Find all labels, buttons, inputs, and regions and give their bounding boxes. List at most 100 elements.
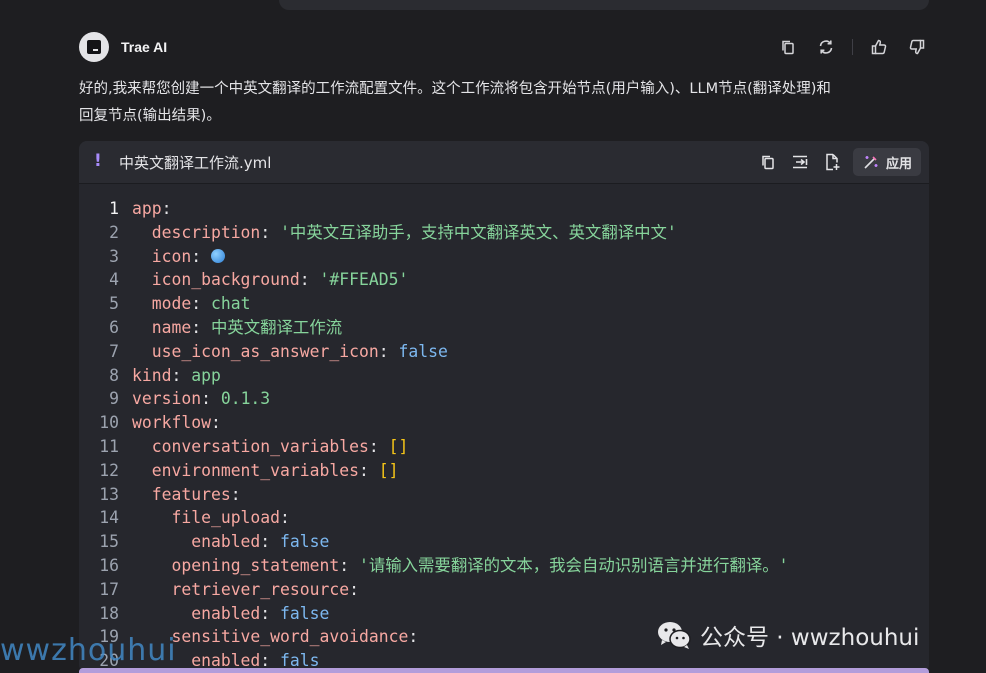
yaml-value: []	[388, 436, 409, 456]
code-line: 1 app:	[79, 197, 929, 221]
insert-code-button[interactable]	[787, 149, 813, 175]
dislike-button[interactable]	[905, 35, 929, 59]
line-code: workflow:	[132, 411, 221, 435]
copy-message-button[interactable]	[776, 35, 800, 59]
yaml-key: features	[151, 484, 231, 504]
line-code: conversation_variables: []	[132, 435, 409, 459]
assistant-intro-text: 好的,我来帮您创建一个中英文翻译的工作流配置文件。这个工作流将包含开始节点(用户…	[79, 76, 929, 130]
yaml-key: use_icon_as_answer_icon	[151, 341, 379, 361]
code-line: 6 name: 中英文翻译工作流	[79, 316, 929, 340]
line-code: opening_statement: '请输入需要翻译的文本，我会自动识别语言并…	[132, 554, 789, 578]
yaml-key: description	[151, 222, 261, 242]
yaml-key: sensitive_word_avoidance	[171, 627, 409, 647]
line-code: kind: app	[132, 364, 221, 388]
line-number: 6	[109, 317, 119, 337]
yaml-colon: :	[339, 555, 359, 575]
yaml-colon: :	[408, 627, 419, 647]
code-line: 17 retriever_resource:	[79, 578, 929, 602]
yaml-value: []	[378, 460, 399, 480]
line-code: icon:	[132, 245, 225, 269]
code-line: 16 opening_statement: '请输入需要翻译的文本，我会自动识别…	[79, 554, 929, 578]
line-number: 2	[109, 222, 119, 242]
yaml-colon: :	[378, 341, 399, 361]
like-button[interactable]	[867, 35, 891, 59]
code-line: 7 use_icon_as_answer_icon: false	[79, 340, 929, 364]
yaml-colon: :	[358, 460, 379, 480]
intro-line-2: 回复节点(输出结果)。	[79, 108, 221, 124]
line-number: 18	[99, 603, 119, 623]
line-code: name: 中英文翻译工作流	[132, 316, 342, 340]
yaml-key: icon_background	[151, 270, 300, 290]
yaml-colon: :	[191, 317, 211, 337]
input-box-edge	[79, 668, 929, 673]
line-code: version: 0.1.3	[132, 387, 270, 411]
yaml-key: enabled	[191, 603, 261, 623]
yaml-key: app	[132, 199, 162, 218]
code-line: 12 environment_variables: []	[79, 459, 929, 483]
line-number: 13	[99, 484, 119, 504]
line-number: 16	[99, 555, 119, 575]
yaml-colon: :	[210, 413, 221, 433]
line-code: app:	[132, 197, 171, 221]
apply-button[interactable]: 应用	[852, 148, 921, 176]
yaml-value: false	[280, 532, 330, 552]
yaml-key: mode	[151, 294, 192, 314]
yaml-colon: :	[260, 603, 281, 623]
yaml-key: conversation_variables	[151, 436, 369, 456]
new-file-button[interactable]	[819, 149, 845, 175]
code-line: 2 description: '中英文互译助手，支持中文翻译英文、英文翻译中文'	[79, 221, 929, 245]
yaml-key: workflow	[132, 413, 211, 433]
copy-code-button[interactable]	[755, 149, 781, 175]
yaml-key: file_upload	[171, 508, 281, 528]
yaml-colon: :	[230, 484, 241, 504]
watermark-right-text: 公众号 · wwzhouhui	[700, 625, 920, 651]
yaml-value: 0.1.3	[220, 389, 271, 409]
line-code: environment_variables: []	[132, 459, 399, 483]
yaml-colon: :	[260, 532, 281, 552]
watermark-right: 公众号 · wwzhouhui	[656, 618, 919, 652]
watermark-left: wwzhouhui	[0, 633, 177, 668]
line-code: enabled: false	[132, 530, 329, 554]
code-block: ! 中英文翻译工作流.yml 应用 1 app: 2 description: '中…	[79, 141, 929, 673]
code-line: 10 workflow:	[79, 411, 929, 435]
yaml-key: icon	[151, 246, 192, 266]
line-number: 17	[99, 579, 119, 599]
line-code: use_icon_as_answer_icon: false	[132, 340, 448, 364]
assistant-header: Trae AI	[79, 32, 929, 62]
code-line: 14 file_upload:	[79, 506, 929, 530]
yaml-colon: :	[299, 270, 320, 290]
yaml-key: retriever_resource	[171, 579, 350, 599]
yaml-value: '请输入需要翻译的文本，我会自动识别语言并进行翻译。'	[359, 555, 789, 575]
yaml-colon: :	[349, 579, 359, 599]
line-number: 1	[109, 199, 119, 218]
refresh-icon	[819, 40, 833, 54]
line-number: 12	[99, 460, 119, 480]
line-code: retriever_resource:	[132, 578, 359, 602]
message-actions	[762, 35, 929, 59]
thumbs-up-icon	[871, 39, 887, 55]
wechat-icon	[658, 622, 691, 649]
line-number: 11	[99, 436, 119, 456]
yaml-value: '#FFEAD5'	[319, 270, 409, 290]
magic-wand-icon	[864, 156, 878, 169]
code-filename: 中英文翻译工作流.yml	[119, 154, 272, 172]
yaml-value: 中英文翻译工作流	[210, 317, 343, 337]
assistant-name: Trae AI	[121, 39, 168, 55]
code-line: 5 mode: chat	[79, 292, 929, 316]
line-number: 3	[109, 246, 119, 266]
regenerate-button[interactable]	[814, 35, 838, 59]
code-line: 11 conversation_variables: []	[79, 435, 929, 459]
